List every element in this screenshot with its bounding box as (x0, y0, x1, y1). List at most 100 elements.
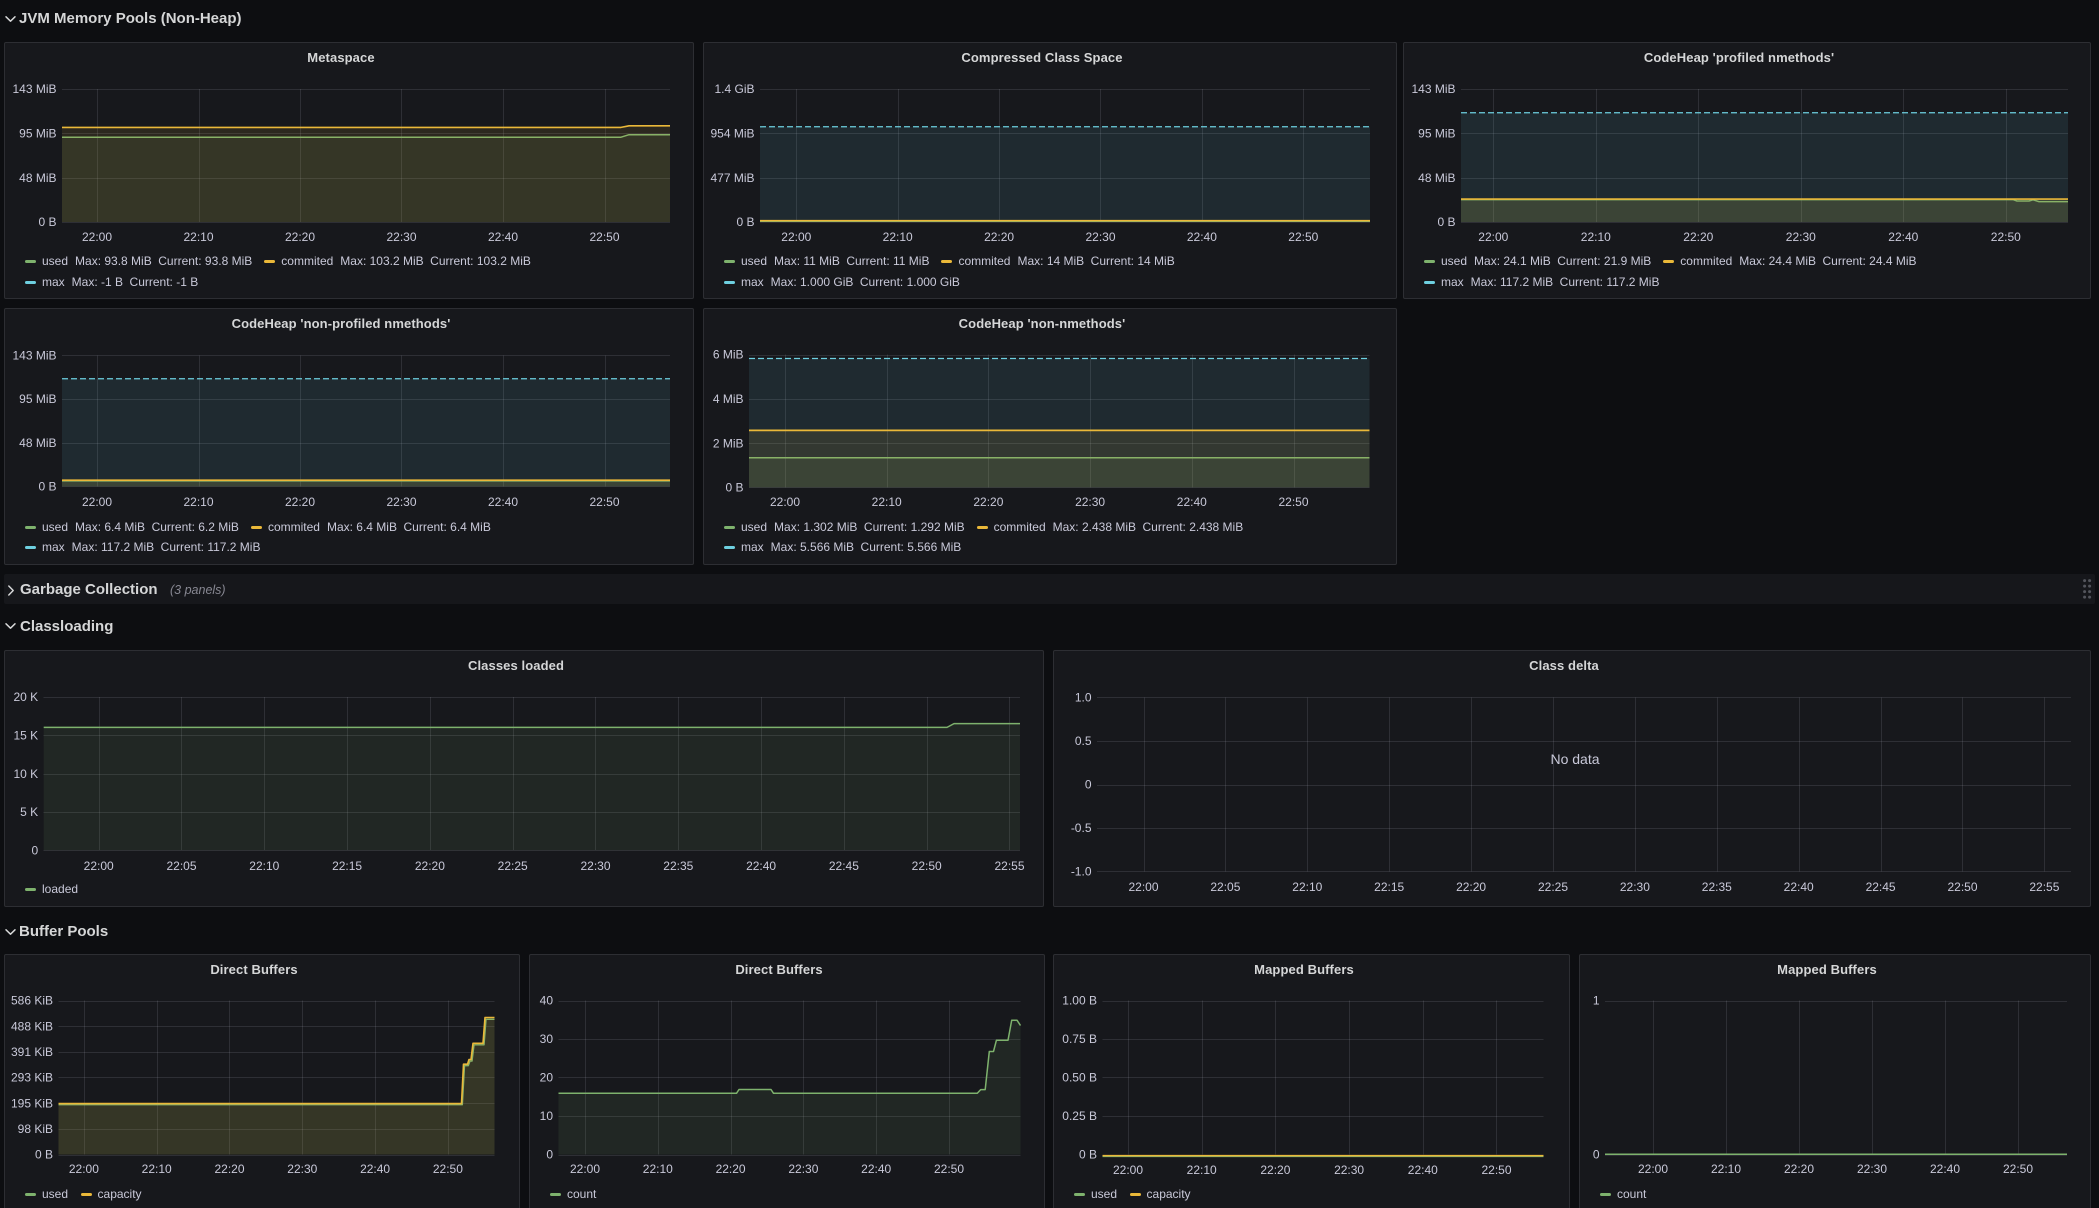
svg-text:22:10: 22:10 (1711, 1162, 1741, 1176)
svg-text:1: 1 (1593, 994, 1600, 1008)
svg-text:22:40: 22:40 (1177, 495, 1207, 509)
svg-text:0: 0 (32, 843, 39, 857)
svg-text:22:20: 22:20 (1784, 1162, 1814, 1176)
svg-text:0.50 B: 0.50 B (1062, 1071, 1097, 1085)
svg-text:22:20: 22:20 (1683, 230, 1713, 244)
svg-text:22:10: 22:10 (883, 230, 913, 244)
svg-text:22:10: 22:10 (249, 859, 279, 873)
svg-text:22:15: 22:15 (332, 859, 362, 873)
svg-text:0 B: 0 B (38, 215, 56, 229)
svg-text:22:10: 22:10 (1187, 1163, 1217, 1177)
svg-text:22:55: 22:55 (994, 859, 1024, 873)
svg-text:40: 40 (540, 994, 554, 1008)
svg-text:293 KiB: 293 KiB (11, 1071, 53, 1085)
svg-text:15 K: 15 K (14, 729, 39, 743)
svg-text:22:00: 22:00 (570, 1162, 600, 1176)
svg-text:22:00: 22:00 (84, 859, 114, 873)
svg-text:22:45: 22:45 (829, 859, 859, 873)
svg-text:22:40: 22:40 (360, 1162, 390, 1176)
svg-text:22:00: 22:00 (69, 1162, 99, 1176)
svg-text:22:00: 22:00 (1113, 1163, 1143, 1177)
svg-text:2 MiB: 2 MiB (713, 436, 744, 450)
svg-text:22:40: 22:40 (1187, 230, 1217, 244)
svg-text:48 MiB: 48 MiB (19, 171, 56, 185)
svg-text:22:40: 22:40 (746, 859, 776, 873)
svg-text:22:25: 22:25 (498, 859, 528, 873)
svg-text:22:50: 22:50 (433, 1162, 463, 1176)
svg-text:22:50: 22:50 (1481, 1163, 1511, 1177)
svg-text:0 B: 0 B (1437, 215, 1455, 229)
svg-text:22:40: 22:40 (488, 495, 518, 509)
svg-text:22:50: 22:50 (1278, 495, 1308, 509)
svg-text:22:20: 22:20 (285, 495, 315, 509)
svg-text:10: 10 (540, 1109, 554, 1123)
svg-text:22:50: 22:50 (2003, 1162, 2033, 1176)
svg-text:22:40: 22:40 (1930, 1162, 1960, 1176)
svg-text:22:50: 22:50 (1991, 230, 2021, 244)
svg-text:20: 20 (540, 1071, 554, 1085)
svg-text:22:25: 22:25 (1538, 880, 1568, 894)
svg-text:95 MiB: 95 MiB (19, 127, 56, 141)
svg-text:0 B: 0 B (35, 1148, 53, 1162)
svg-text:22:00: 22:00 (1478, 230, 1508, 244)
svg-text:-1.0: -1.0 (1071, 865, 1092, 879)
svg-text:22:10: 22:10 (183, 495, 213, 509)
svg-text:22:50: 22:50 (589, 230, 619, 244)
svg-text:0 B: 0 B (1079, 1148, 1097, 1162)
svg-text:488 KiB: 488 KiB (11, 1019, 53, 1033)
svg-text:22:50: 22:50 (589, 495, 619, 509)
svg-text:22:30: 22:30 (1620, 880, 1650, 894)
svg-text:22:20: 22:20 (1456, 880, 1486, 894)
svg-text:22:05: 22:05 (1210, 880, 1240, 894)
svg-text:0.25 B: 0.25 B (1062, 1109, 1097, 1123)
svg-text:22:50: 22:50 (934, 1162, 964, 1176)
svg-text:22:00: 22:00 (82, 230, 112, 244)
svg-text:48 MiB: 48 MiB (19, 436, 56, 450)
svg-text:22:10: 22:10 (183, 230, 213, 244)
svg-text:1.0: 1.0 (1075, 691, 1092, 705)
svg-text:0 B: 0 B (736, 215, 754, 229)
svg-text:22:40: 22:40 (1888, 230, 1918, 244)
svg-text:22:55: 22:55 (2029, 880, 2059, 894)
svg-text:-0.5: -0.5 (1071, 821, 1092, 835)
svg-text:22:10: 22:10 (1581, 230, 1611, 244)
svg-text:1.4 GiB: 1.4 GiB (714, 82, 754, 96)
svg-text:22:30: 22:30 (1334, 1163, 1364, 1177)
svg-text:95 MiB: 95 MiB (1418, 127, 1455, 141)
svg-text:4 MiB: 4 MiB (713, 392, 744, 406)
svg-text:22:00: 22:00 (82, 495, 112, 509)
svg-text:0: 0 (1593, 1148, 1600, 1162)
svg-text:0.5: 0.5 (1075, 734, 1092, 748)
svg-text:0 B: 0 B (725, 481, 743, 495)
svg-text:6 MiB: 6 MiB (713, 348, 744, 362)
svg-text:22:10: 22:10 (872, 495, 902, 509)
svg-text:22:15: 22:15 (1374, 880, 1404, 894)
svg-text:22:20: 22:20 (214, 1162, 244, 1176)
svg-text:22:30: 22:30 (386, 495, 416, 509)
svg-text:22:00: 22:00 (1128, 880, 1158, 894)
svg-text:0: 0 (1085, 778, 1092, 792)
svg-text:22:30: 22:30 (1085, 230, 1115, 244)
svg-text:22:30: 22:30 (386, 230, 416, 244)
svg-text:0 B: 0 B (38, 480, 56, 494)
svg-text:22:30: 22:30 (1075, 495, 1105, 509)
svg-text:477 MiB: 477 MiB (710, 171, 754, 185)
svg-text:30: 30 (540, 1032, 554, 1046)
svg-text:95 MiB: 95 MiB (19, 392, 56, 406)
svg-text:195 KiB: 195 KiB (11, 1096, 53, 1110)
svg-text:22:20: 22:20 (285, 230, 315, 244)
svg-text:22:20: 22:20 (973, 495, 1003, 509)
svg-text:22:40: 22:40 (1784, 880, 1814, 894)
svg-text:22:40: 22:40 (1408, 1163, 1438, 1177)
svg-text:22:30: 22:30 (1857, 1162, 1887, 1176)
svg-text:22:20: 22:20 (716, 1162, 746, 1176)
svg-text:22:30: 22:30 (580, 859, 610, 873)
svg-text:22:50: 22:50 (1947, 880, 1977, 894)
svg-text:48 MiB: 48 MiB (1418, 171, 1455, 185)
svg-text:391 KiB: 391 KiB (11, 1045, 53, 1059)
svg-text:22:00: 22:00 (770, 495, 800, 509)
svg-text:22:40: 22:40 (861, 1162, 891, 1176)
svg-text:0: 0 (546, 1148, 553, 1162)
svg-text:22:50: 22:50 (1288, 230, 1318, 244)
svg-text:10 K: 10 K (14, 767, 39, 781)
